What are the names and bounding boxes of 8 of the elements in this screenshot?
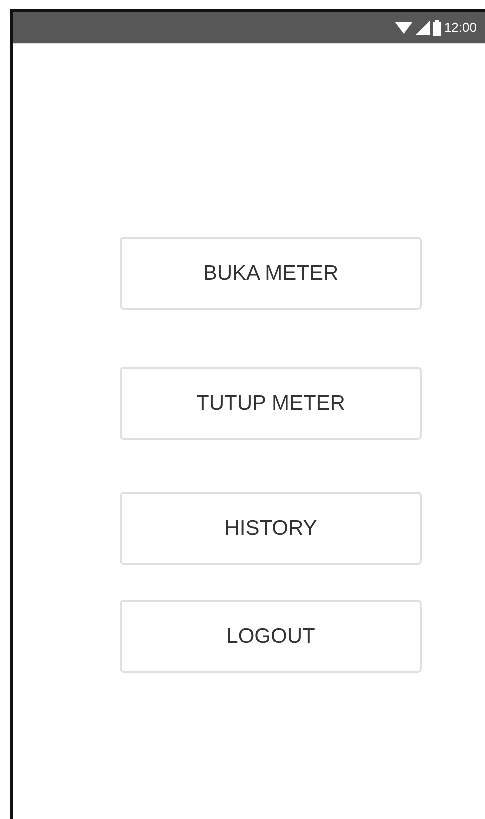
status-time: 12:00: [444, 20, 477, 35]
menu-button[interactable]: HISTORY: [120, 492, 422, 565]
menu-button[interactable]: TUTUP METER: [120, 367, 422, 440]
wifi-icon: [395, 20, 414, 34]
signal-icon: [416, 20, 430, 34]
menu-button[interactable]: BUKA METER: [120, 237, 422, 310]
menu-button[interactable]: LOGOUT: [120, 600, 422, 673]
battery-icon: [433, 20, 442, 36]
